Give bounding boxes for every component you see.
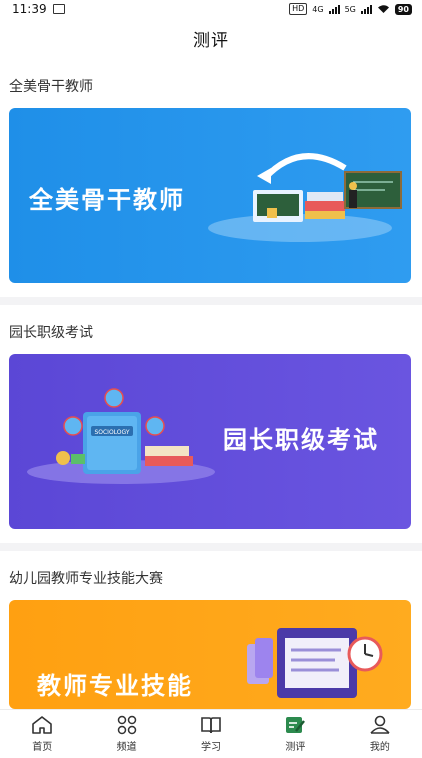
channel-grid-icon xyxy=(117,715,136,735)
section-divider xyxy=(0,543,422,551)
clock: 11:39 xyxy=(12,2,47,16)
book-title-label: SOCIOLOGY xyxy=(94,429,129,436)
banner-title: 园长职级考试 xyxy=(223,425,379,454)
backbone-teacher-banner[interactable]: 全美骨干教师 xyxy=(9,108,411,283)
network-5g-label: 5G xyxy=(344,4,356,14)
tab-profile[interactable]: 我的 xyxy=(338,710,422,758)
home-icon xyxy=(32,716,53,734)
signal-icon xyxy=(328,4,340,14)
tab-study[interactable]: 学习 xyxy=(169,710,253,758)
image-notification-icon xyxy=(52,4,65,14)
section-title-principal-exam: 园长职级考试 xyxy=(9,325,93,341)
battery-icon: 90 xyxy=(394,3,412,15)
section-title-backbone-teacher: 全美骨干教师 xyxy=(9,79,93,95)
classroom-illustration xyxy=(208,153,402,242)
section-divider xyxy=(0,297,422,305)
banner-title: 教师专业技能 xyxy=(37,671,193,700)
wifi-icon xyxy=(377,5,389,13)
profile-icon xyxy=(370,715,390,734)
principal-exam-banner[interactable]: 园长职级考试 SOCIOLOGY xyxy=(9,354,411,529)
tab-label: 测评 xyxy=(285,742,306,753)
book-icon xyxy=(201,717,221,734)
tab-channel[interactable]: 频道 xyxy=(84,710,168,758)
hd-badge: HD xyxy=(289,3,308,15)
tab-label: 我的 xyxy=(369,742,390,753)
bottom-tab-bar: 首页 频道 学习 测评 我的 xyxy=(0,709,422,758)
assessment-icon xyxy=(286,717,306,733)
tab-assessment[interactable]: 测评 xyxy=(253,710,337,758)
sociology-books-illustration: SOCIOLOGY xyxy=(27,388,215,484)
tab-label: 首页 xyxy=(32,742,53,753)
tab-label: 学习 xyxy=(201,742,222,753)
skill-contest-banner[interactable]: 教师专业技能 xyxy=(9,600,411,709)
exam-paper-illustration xyxy=(247,628,383,698)
tab-label: 频道 xyxy=(116,742,137,753)
signal-icon xyxy=(360,4,372,14)
banner-title: 全美骨干教师 xyxy=(29,185,185,214)
page-title: 测评 xyxy=(193,31,229,51)
tab-home[interactable]: 首页 xyxy=(0,710,84,758)
section-title-skill-contest: 幼儿园教师专业技能大赛 xyxy=(9,571,163,587)
network-4g-label: 4G xyxy=(312,4,324,14)
status-bar: 11:39 HD 4G 5G 90 xyxy=(0,0,422,18)
